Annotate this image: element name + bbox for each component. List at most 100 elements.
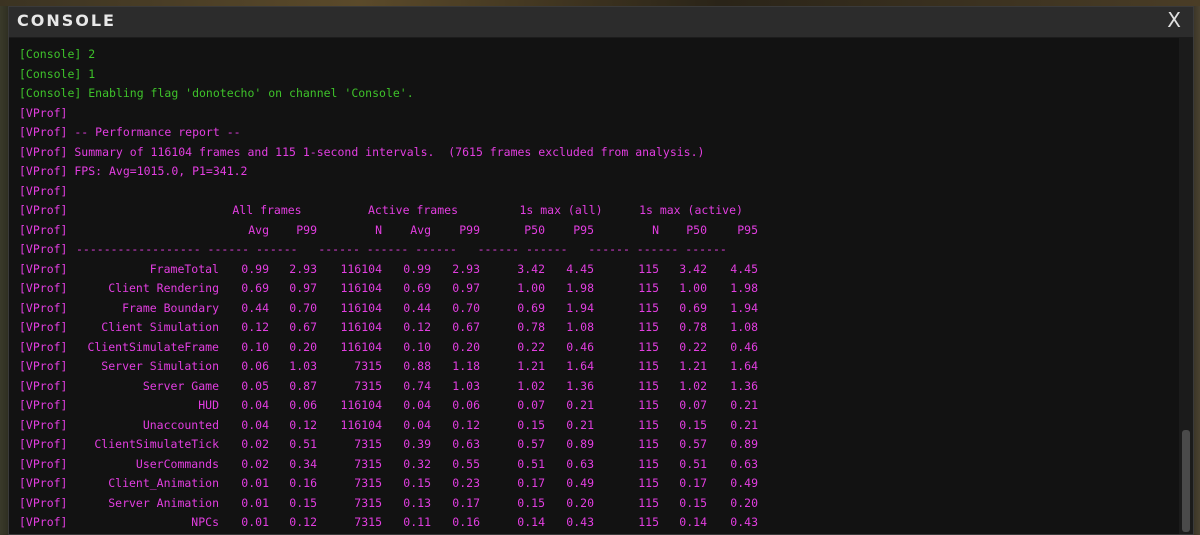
table-cell: 0.10 [241, 339, 269, 354]
vprof-prefix: [VProf] [19, 300, 68, 315]
table-cell: 0.87 [289, 378, 317, 393]
table-cell: 0.78 [679, 320, 707, 334]
column-header: P95 [573, 222, 594, 237]
table-cell: 2.93 [289, 261, 317, 276]
table-cell: 0.21 [730, 417, 758, 432]
table-cell: 0.43 [730, 515, 758, 529]
table-cell: 1.36 [730, 378, 758, 393]
column-header: P50 [524, 222, 545, 237]
table-cell: 0.17 [452, 495, 480, 510]
column-group-header: All frames [232, 203, 302, 217]
table-cell: 0.23 [452, 476, 480, 490]
vprof-log-line: [VProf] [19, 533, 67, 535]
table-cell: 0.16 [452, 515, 480, 529]
table-cell: 0.20 [289, 339, 317, 354]
row-label: Client_Animation [108, 476, 219, 490]
row-label: Unaccounted [142, 417, 219, 432]
table-cell: 115 [638, 515, 659, 529]
vprof-prefix: [VProf] [19, 476, 68, 490]
column-header: P99 [459, 222, 480, 237]
table-cell: 116104 [340, 300, 382, 315]
vprof-prefix: [VProf] [19, 359, 68, 373]
table-cell: 1.64 [566, 359, 594, 373]
row-label: UserCommands [135, 456, 219, 471]
table-cell: 116104 [340, 281, 382, 295]
close-icon[interactable]: X [1167, 8, 1181, 32]
table-cell: 0.06 [289, 398, 317, 412]
table-cell: 0.04 [241, 398, 269, 412]
table-cell: 0.55 [452, 456, 480, 471]
table-cell: 0.51 [289, 437, 317, 451]
table-cell: 0.06 [452, 398, 480, 412]
table-cell: 0.34 [289, 456, 317, 471]
column-header: P95 [737, 222, 758, 237]
column-header: Avg [410, 222, 431, 237]
scrollbar-thumb[interactable] [1182, 430, 1190, 532]
table-cell: 0.67 [289, 320, 317, 334]
column-group-header: 1s max (all) [519, 203, 603, 217]
table-cell: 0.63 [566, 456, 594, 471]
table-cell: 0.16 [289, 476, 317, 490]
table-cell: 2.93 [452, 261, 480, 276]
table-cell: 0.15 [289, 495, 317, 510]
row-label: ClientSimulateFrame [87, 339, 219, 354]
table-cell: 1.98 [730, 281, 758, 295]
table-cell: 115 [638, 495, 659, 510]
console-title: CONSOLE [17, 11, 116, 30]
table-cell: 0.14 [517, 515, 545, 529]
table-cell: 7315 [354, 378, 382, 393]
vprof-log-line: [VProf] FPS: Avg=1015.0, P1=341.2 [19, 164, 248, 178]
vprof-prefix: [VProf] [19, 515, 68, 529]
table-cell: 0.07 [679, 398, 707, 412]
table-cell: 1.03 [289, 359, 317, 373]
table-cell: 0.20 [452, 339, 480, 354]
vprof-log-line: [VProf] Summary of 116104 frames and 115… [19, 144, 705, 159]
row-label: Server Simulation [101, 359, 219, 373]
table-cell: 0.70 [452, 300, 480, 315]
table-cell: 0.69 [517, 300, 545, 315]
table-cell: 115 [638, 378, 659, 393]
table-cell: 7315 [354, 437, 382, 451]
table-cell: 0.49 [566, 476, 594, 490]
vprof-log-line: [VProf] [19, 183, 68, 198]
row-label: ClientSimulateTick [94, 437, 219, 451]
table-cell: 0.12 [289, 515, 317, 529]
vprof-log-line: [VProf] -- Performance report -- [19, 125, 241, 139]
console-titlebar[interactable]: CONSOLE X [9, 7, 1193, 38]
table-cell: 0.78 [517, 320, 545, 334]
table-cell: 0.46 [730, 339, 758, 354]
table-cell: 0.51 [679, 456, 707, 471]
console-output[interactable]: [Console] 2 [Console] 1 [Console] Enabling… [9, 38, 1179, 534]
table-cell: 0.57 [517, 437, 545, 451]
table-cell: 0.06 [241, 359, 269, 373]
table-cell: 1.02 [679, 378, 707, 393]
table-cell: 0.12 [289, 417, 317, 432]
table-cell: 0.01 [241, 495, 269, 510]
console-scrollbar[interactable] [1179, 38, 1193, 534]
table-cell: 0.69 [679, 300, 707, 315]
table-cell: 115 [638, 281, 659, 295]
table-cell: 115 [638, 437, 659, 451]
console-window: CONSOLE X [Console] 2 [Console] 1 [Console… [8, 6, 1194, 535]
table-cell: 1.21 [517, 359, 545, 373]
row-label: FrameTotal [149, 261, 219, 276]
console-log-line: [Console] Enabling flag 'donotecho' on c… [19, 86, 414, 100]
table-cell: 0.32 [403, 456, 431, 471]
table-cell: 4.45 [730, 261, 758, 276]
vprof-log-line: [VProf] [19, 105, 68, 120]
vprof-prefix: [VProf] [19, 222, 68, 237]
table-cell: 0.15 [679, 417, 707, 432]
table-cell: 1.00 [517, 281, 545, 295]
table-cell: 0.39 [403, 437, 431, 451]
console-log-line: [Console] 2 [19, 47, 96, 61]
table-cell: 1.03 [452, 378, 480, 393]
vprof-prefix: [VProf] [19, 495, 68, 510]
table-cell: 1.64 [730, 359, 758, 373]
table-cell: 0.74 [403, 378, 431, 393]
table-cell: 0.97 [289, 281, 317, 295]
table-cell: 115 [638, 398, 659, 412]
table-cell: 115 [638, 320, 659, 334]
vprof-prefix: [VProf] [19, 339, 68, 354]
table-cell: 0.69 [241, 281, 269, 295]
table-cell: 1.08 [566, 320, 594, 334]
